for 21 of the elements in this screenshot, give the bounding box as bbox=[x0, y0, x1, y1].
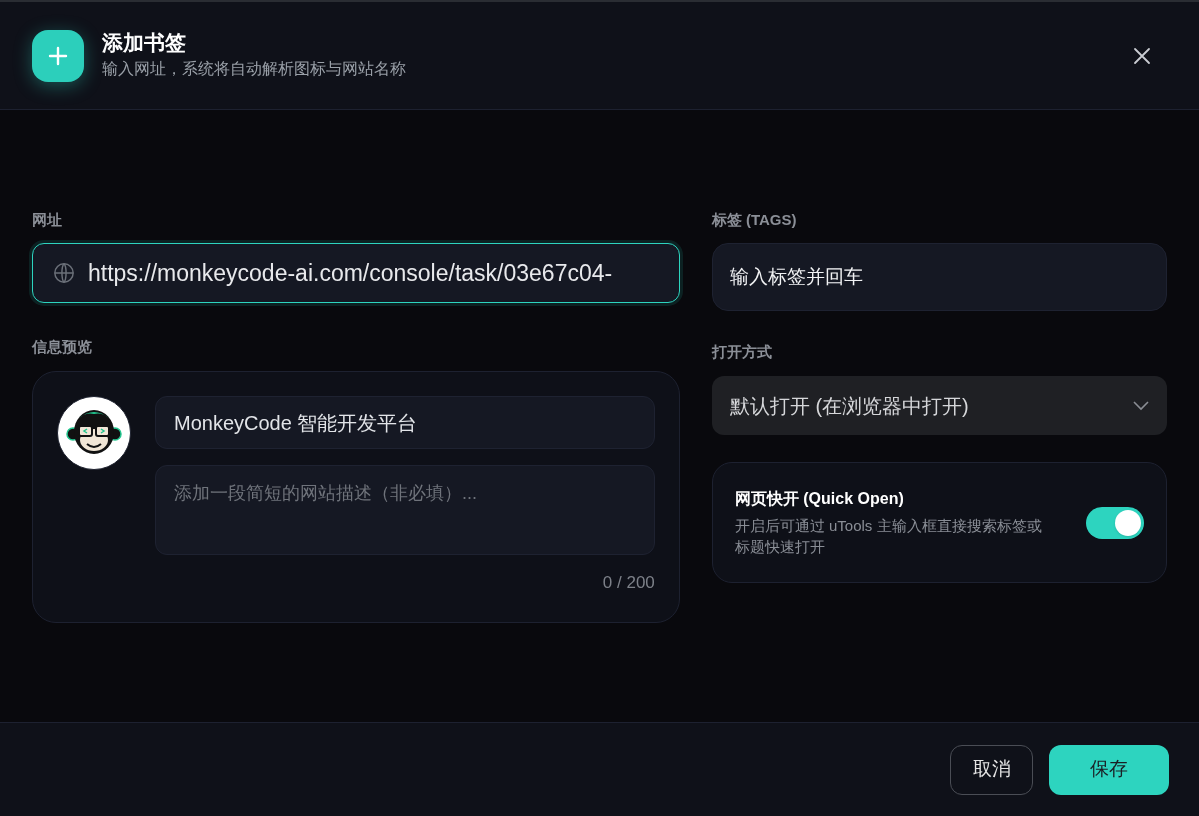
preview-label: 信息预览 bbox=[32, 339, 93, 354]
open-mode-select[interactable]: 默认打开 (在浏览器中打开) bbox=[711, 376, 1167, 435]
site-name-field[interactable]: MonkeyCode 智能开发平台 bbox=[155, 396, 655, 449]
cancel-button[interactable]: 取消 bbox=[950, 744, 1033, 795]
dialog-subtitle: 输入网址，系统将自动解析图标与网站名称 bbox=[102, 59, 407, 79]
open-mode-label: 打开方式 bbox=[711, 344, 773, 359]
description-field[interactable]: 添加一段简短的网站描述（非必填）... bbox=[155, 465, 655, 555]
dialog-title: 添加书签 bbox=[102, 32, 187, 53]
quick-open-title: 网页快开 (Quick Open) bbox=[734, 488, 905, 509]
url-label: 网址 bbox=[32, 212, 63, 227]
quick-open-description: 开启后可通过 uTools 主输入框直接搜索标签或标题快速打开 bbox=[734, 515, 1043, 557]
tags-label: 标签 (TAGS) bbox=[711, 212, 798, 227]
globe-icon bbox=[53, 262, 75, 284]
character-counter: 0 / 200 bbox=[602, 574, 655, 591]
tags-input-field[interactable]: 输入标签并回车 bbox=[711, 243, 1167, 311]
monkey-logo-icon bbox=[57, 396, 131, 470]
chevron-down-icon bbox=[1133, 400, 1149, 411]
quick-open-toggle[interactable] bbox=[1086, 506, 1144, 539]
add-icon bbox=[32, 29, 84, 82]
url-input-field[interactable]: https://monkeycode-ai.com/console/task/03e67c04- bbox=[32, 243, 680, 303]
save-button[interactable]: 保存 bbox=[1049, 744, 1169, 795]
